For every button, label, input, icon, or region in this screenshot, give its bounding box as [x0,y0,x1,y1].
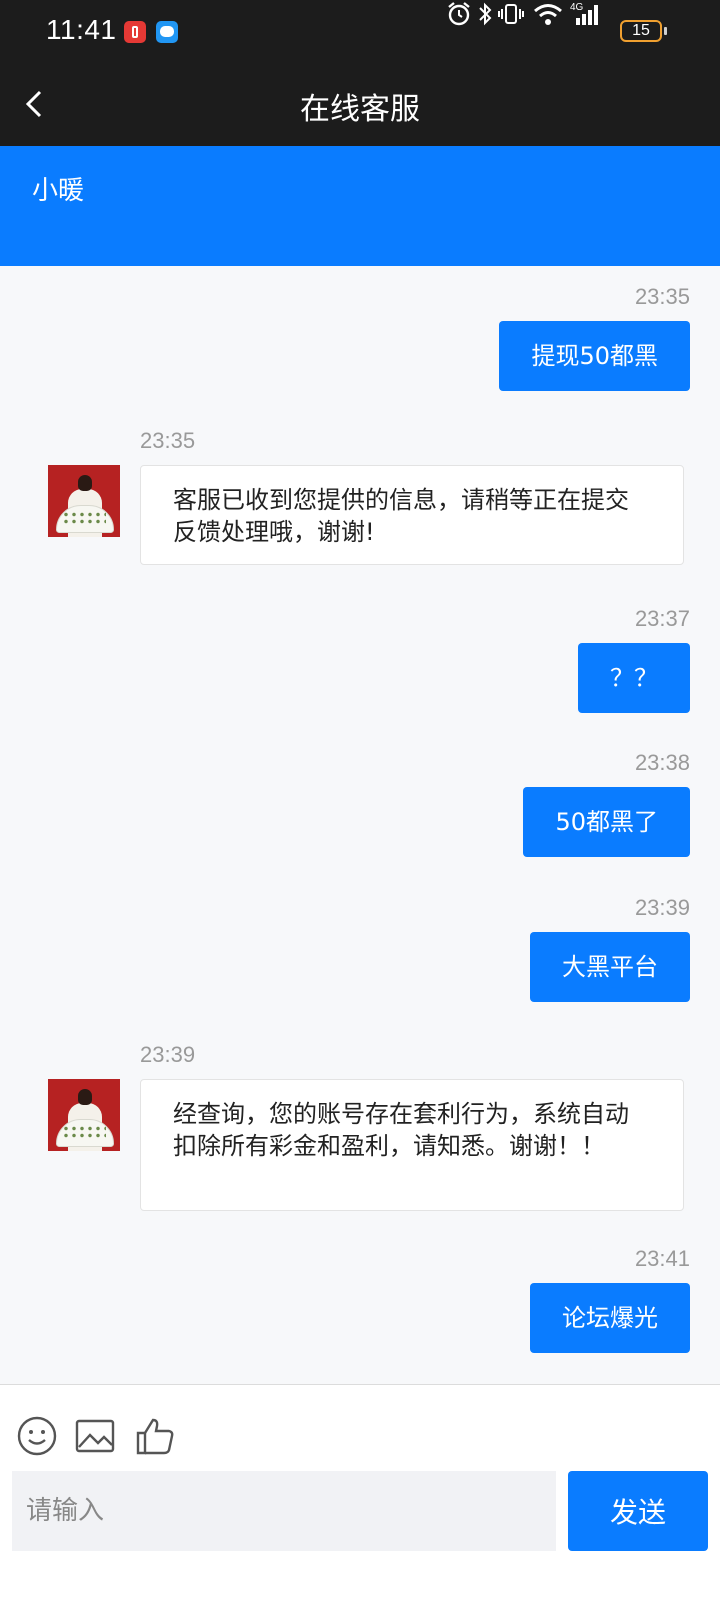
message-app-icon [156,21,178,43]
message-time: 23:39 [140,1042,196,1067]
message-time: 23:35 [634,284,690,309]
page-title: 在线客服 [300,92,420,127]
message-time: 23:41 [634,1246,690,1271]
outgoing-message-bubble[interactable]: 50都黑了 [523,787,690,857]
message-time: 23:39 [634,895,690,920]
emoji-icon[interactable] [16,1415,58,1457]
agent-name: 小暖 [32,176,85,206]
chat-area[interactable]: 23:35 提现50都黑 23:35 客服已收到您提供的信息，请稍等正在提交反馈… [0,266,720,1384]
status-time: 11:41 [46,14,117,45]
wifi-icon [534,4,562,25]
battery-cap [664,27,667,35]
vibrate-icon [498,4,524,24]
app-header: 在线客服 [0,64,720,146]
thumbs-up-icon[interactable] [134,1415,176,1457]
alarm-icon [448,2,470,26]
agent-avatar[interactable] [48,465,120,537]
outgoing-message-bubble[interactable]: ？？ [578,643,690,713]
notification-app-icon [124,21,146,43]
outgoing-message-bubble[interactable]: 论坛爆光 [530,1283,690,1353]
incoming-message-bubble[interactable]: 经查询，您的账号存在套利行为，系统自动扣除所有彩金和盈利，请知悉。谢谢！！ [140,1079,684,1211]
message-time: 23:37 [634,606,690,631]
message-time: 23:35 [140,428,196,453]
message-time: 23:38 [634,750,690,775]
battery-icon: 15 [620,20,662,42]
image-icon[interactable] [74,1415,116,1457]
svg-text:4G: 4G [570,2,584,13]
composer: 发送 [0,1385,720,1600]
message-input[interactable] [12,1471,556,1551]
incoming-message-bubble[interactable]: 客服已收到您提供的信息，请稍等正在提交反馈处理哦，谢谢! [140,465,684,565]
4g-signal-icon: 4G [570,2,598,25]
outgoing-message-bubble[interactable]: 提现50都黑 [499,321,690,391]
bluetooth-icon [479,2,492,26]
send-button[interactable]: 发送 [568,1471,708,1551]
outgoing-message-bubble[interactable]: 大黑平台 [530,932,690,1002]
agent-bar: 小暖 [0,146,720,266]
status-bar: 11:41 4G 15 [0,0,720,64]
agent-avatar[interactable] [48,1079,120,1151]
